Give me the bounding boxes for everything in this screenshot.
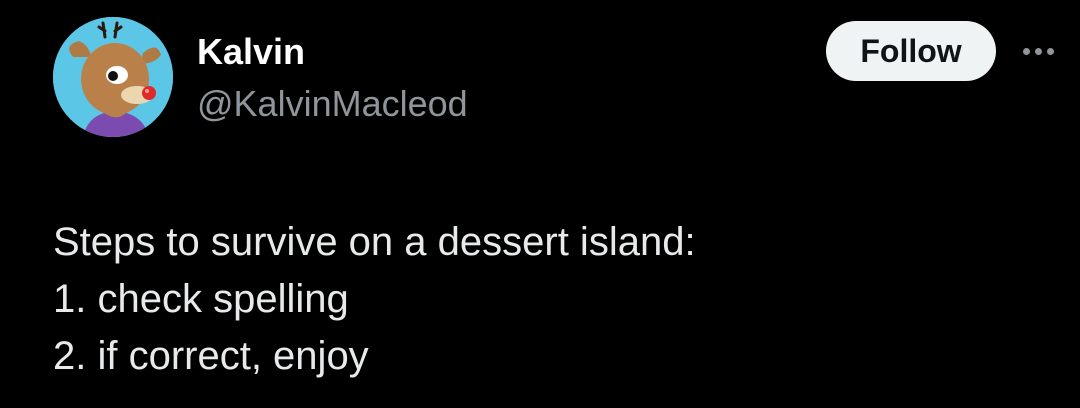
tweet-text-line: 1. check spelling	[53, 277, 349, 321]
tweet-text: Steps to survive on a dessert island: 1.…	[53, 214, 696, 385]
author-handle[interactable]: @KalvinMacleod	[197, 82, 468, 126]
follow-button[interactable]: Follow	[826, 21, 996, 81]
author-display-name[interactable]: Kalvin	[197, 30, 305, 74]
avatar[interactable]	[53, 17, 173, 137]
more-dot	[1022, 47, 1030, 55]
tweet-card: Kalvin @KalvinMacleod Follow Steps to su…	[0, 0, 1080, 408]
more-dot	[1034, 47, 1042, 55]
tweet-text-line: Steps to survive on a dessert island:	[53, 220, 696, 264]
more-horizontal-icon[interactable]	[1016, 36, 1060, 66]
more-dot	[1046, 47, 1054, 55]
tweet-text-line: 2. if correct, enjoy	[53, 334, 369, 378]
reindeer-avatar-icon	[53, 17, 173, 137]
